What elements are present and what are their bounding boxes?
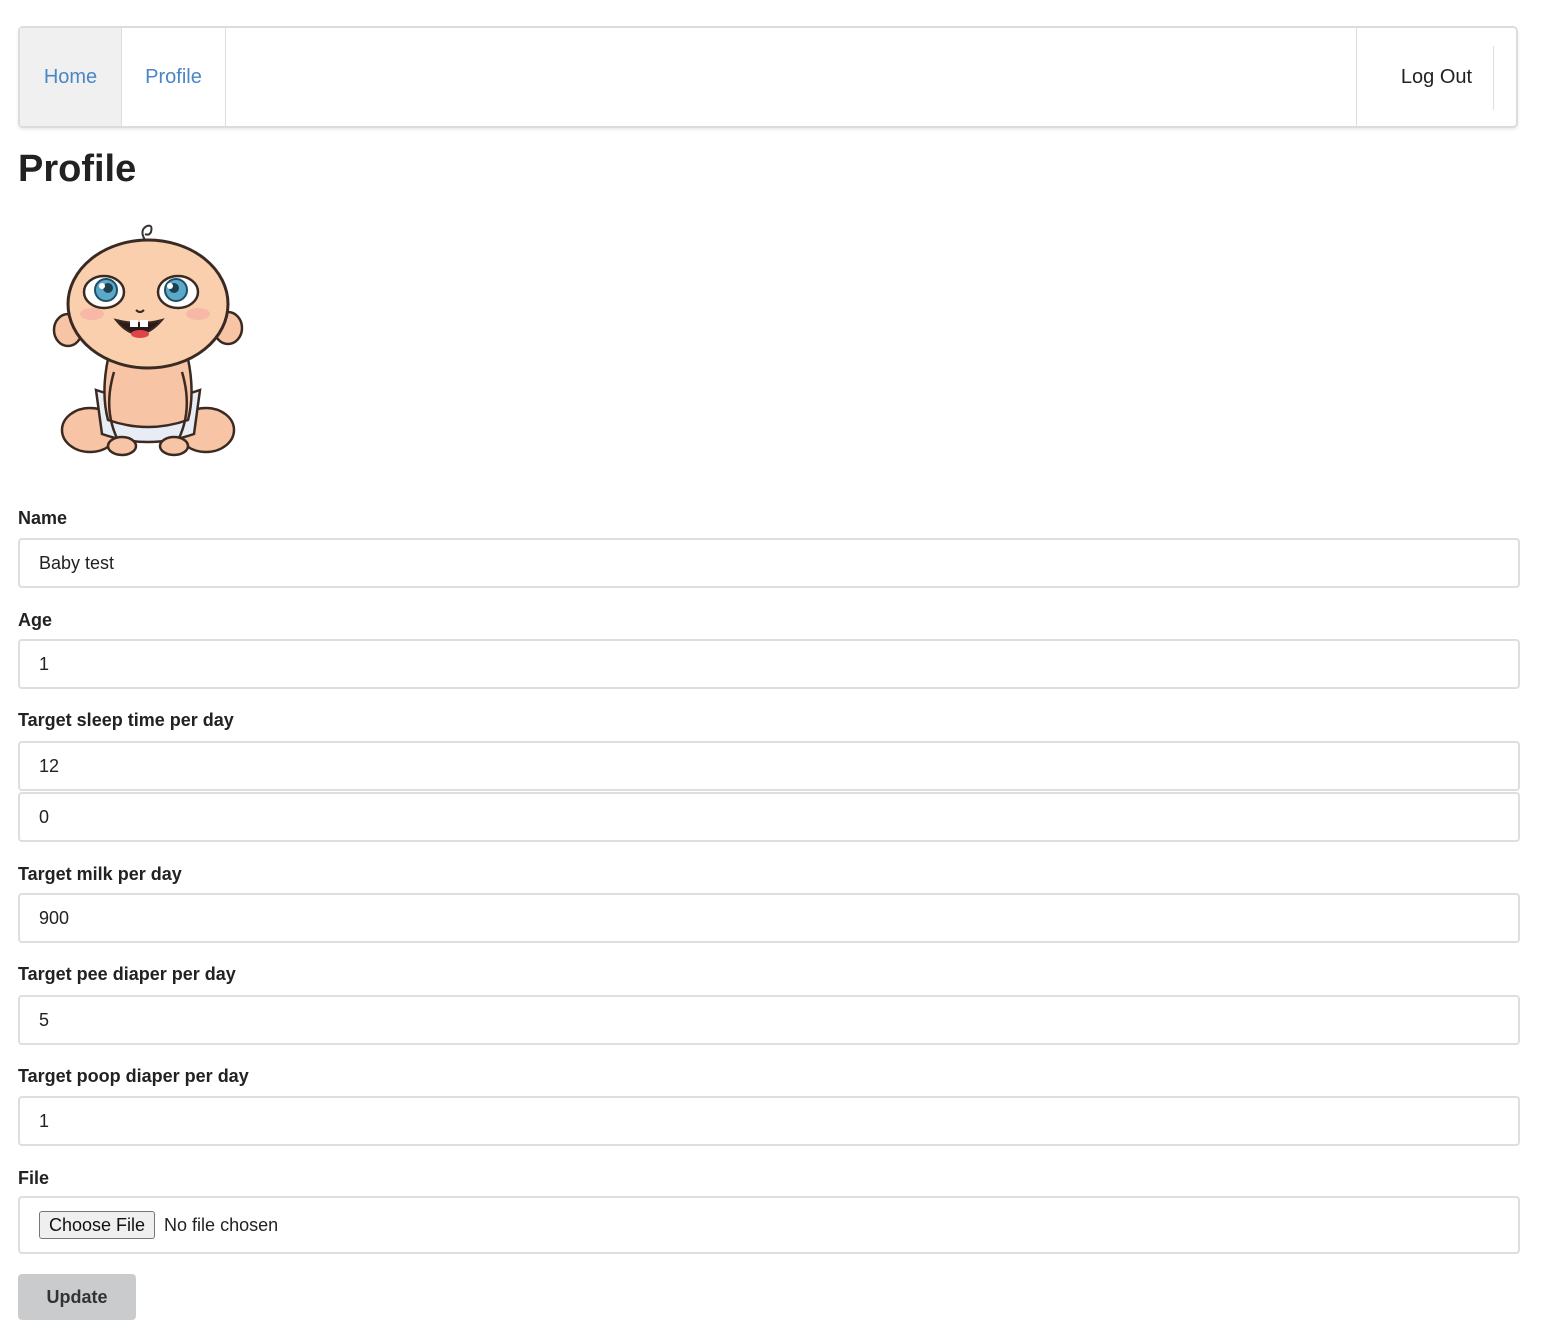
nav-logout-link[interactable]: Log Out — [1356, 28, 1516, 126]
nav-home-link[interactable]: Home — [20, 28, 122, 126]
poop-label: Target poop diaper per day — [18, 1066, 249, 1086]
name-label: Name — [18, 508, 68, 528]
sleep-minutes-input[interactable] — [18, 792, 1520, 842]
file-input: Choose File No file chosen — [18, 1196, 1520, 1254]
profile-page: Home Profile Log Out Profile Name Baby t… — [0, 0, 1546, 1334]
baby-avatar-icon — [52, 224, 244, 457]
milk-label: Target milk per day — [18, 864, 182, 884]
pee-label: Target pee diaper per day — [18, 964, 236, 984]
age-input[interactable] — [18, 639, 1520, 689]
baby-avatar-image — [48, 222, 248, 464]
update-button[interactable]: Update — [18, 1274, 136, 1320]
file-status-text: No file chosen — [164, 1214, 279, 1235]
top-navbar: Home Profile Log Out — [18, 26, 1518, 128]
pee-diaper-input[interactable] — [18, 995, 1520, 1045]
nav-profile-link[interactable]: Profile — [122, 28, 226, 126]
choose-file-button[interactable]: Choose File — [39, 1211, 156, 1239]
sleep-label: Target sleep time per day — [18, 710, 234, 730]
milk-input[interactable] — [18, 893, 1520, 943]
age-label: Age — [18, 610, 53, 630]
sleep-hours-input[interactable] — [18, 741, 1520, 791]
poop-diaper-input[interactable] — [18, 1096, 1520, 1146]
file-label: File — [18, 1168, 50, 1188]
name-input[interactable] — [18, 538, 1520, 588]
page-title: Profile — [18, 148, 137, 190]
